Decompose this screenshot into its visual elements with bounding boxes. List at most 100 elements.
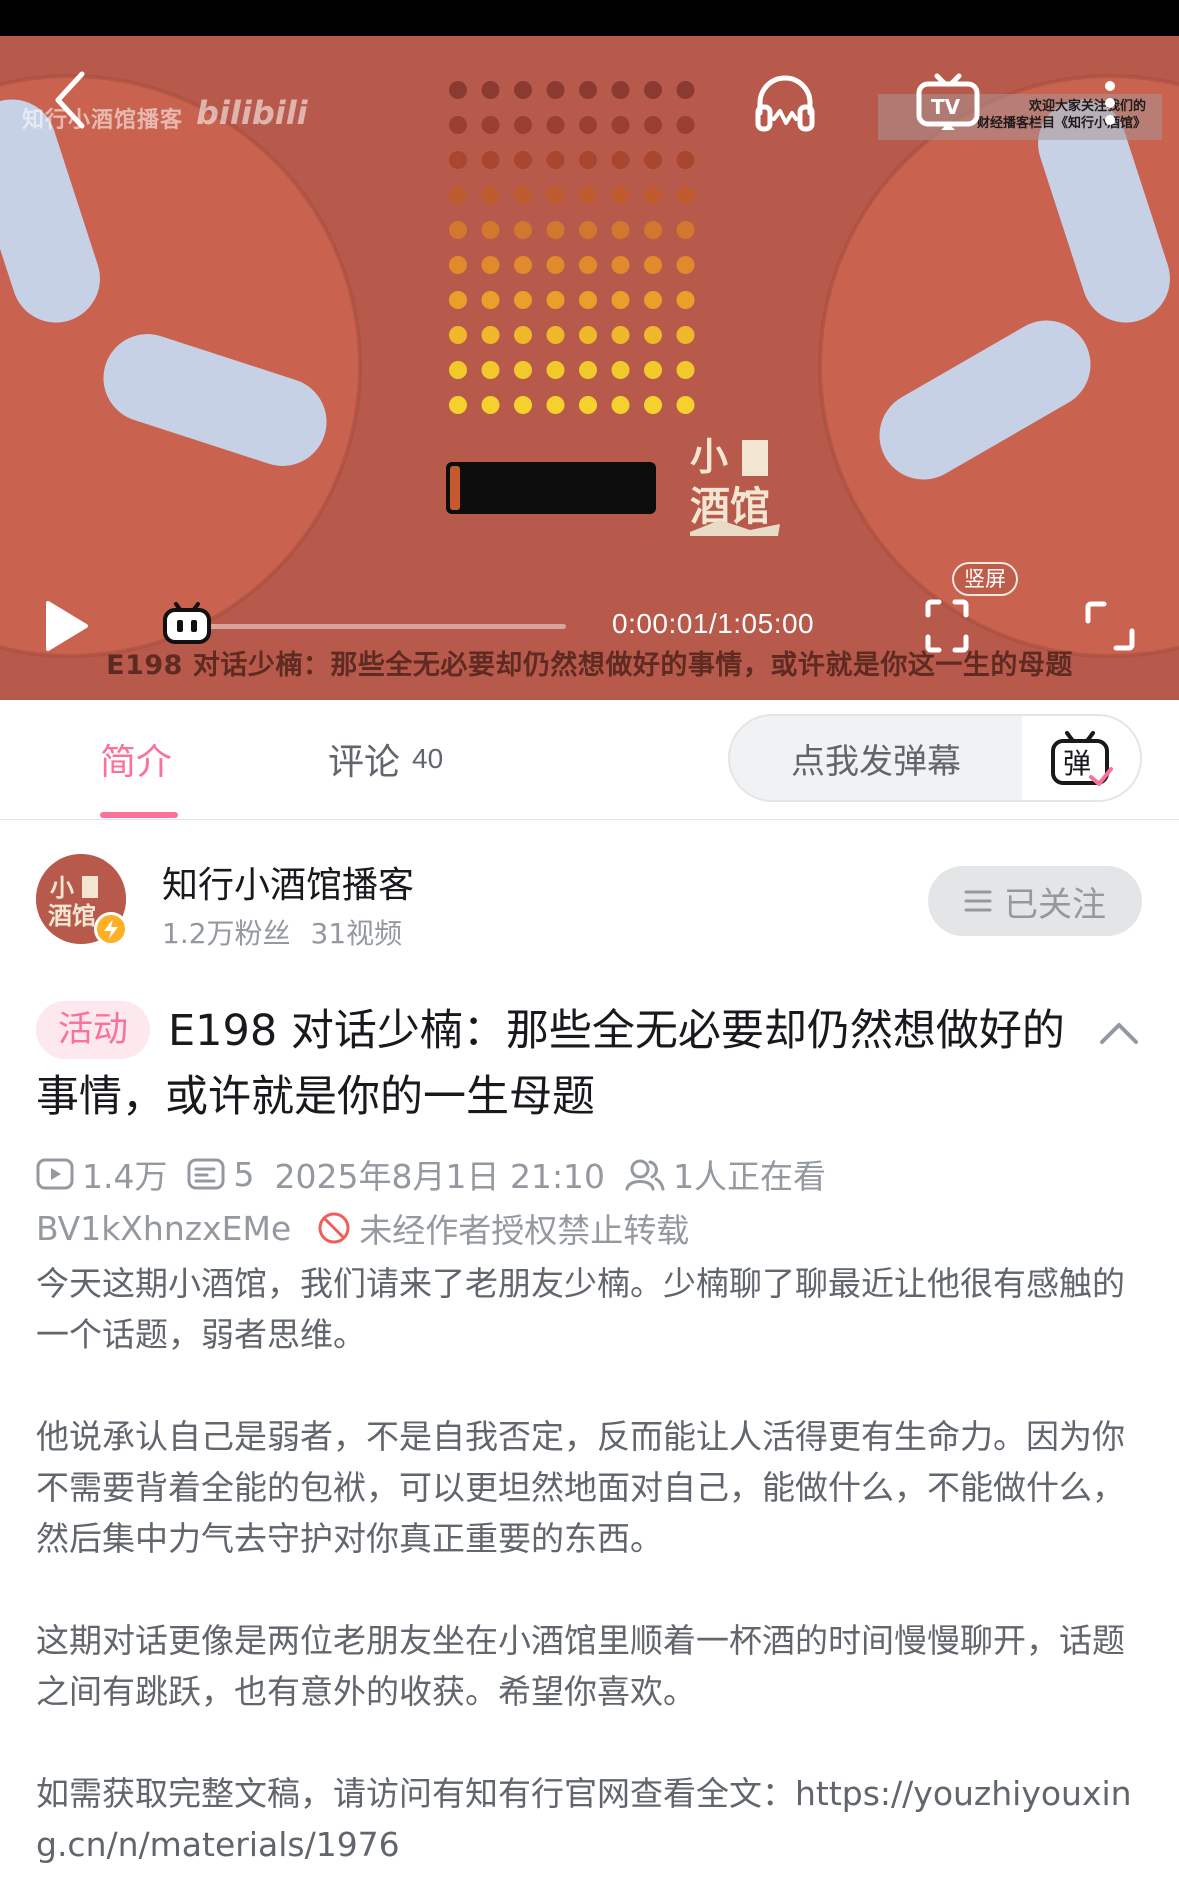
watching-now: 1人正在看 bbox=[673, 1157, 827, 1196]
dot-matrix-dot bbox=[546, 326, 565, 344]
dot-matrix-dot bbox=[514, 291, 532, 309]
dot-matrix-dot bbox=[676, 291, 695, 309]
vertical-screen-label: 竖屏 bbox=[952, 562, 1018, 596]
tv-mascot-icon bbox=[163, 602, 211, 644]
dot-matrix-dot bbox=[611, 291, 630, 309]
dot-matrix-dot bbox=[449, 326, 467, 344]
dot-matrix-dot bbox=[676, 81, 695, 99]
dot-matrix-dot bbox=[481, 116, 500, 134]
dot-matrix-dot bbox=[676, 326, 695, 344]
dot-matrix-dot bbox=[611, 396, 630, 414]
dot-matrix-dot bbox=[579, 186, 597, 204]
dot-matrix-dot bbox=[579, 116, 597, 134]
dot-matrix-dot bbox=[676, 116, 695, 134]
dot-matrix-dot bbox=[514, 256, 532, 274]
dot-matrix-dot bbox=[611, 361, 630, 379]
play-button[interactable] bbox=[36, 596, 96, 656]
fullscreen-button[interactable] bbox=[1080, 596, 1140, 656]
video-player[interactable]: 小 酒馆 知行小酒馆播客 bilibili 欢迎大家关注我们的 财经播客栏目《知… bbox=[0, 0, 1179, 700]
danmaku-toggle-char: 弹 bbox=[1063, 747, 1091, 780]
dot-matrix-dot bbox=[449, 396, 467, 414]
audio-mode-button[interactable] bbox=[752, 70, 818, 136]
dot-matrix-dot bbox=[481, 291, 500, 309]
tv-cast-button[interactable]: TV bbox=[912, 70, 984, 136]
description-paragraph-2: 他说承认自己是弱者，不是自我否定，反而能让人活得更有生命力。因为你不需要背着全能… bbox=[36, 1417, 1125, 1558]
menu-lines-icon bbox=[964, 890, 992, 912]
dot-matrix-dot bbox=[481, 326, 500, 344]
tab-intro-label: 简介 bbox=[100, 742, 173, 783]
time-display: 0:00:01/1:05:00 bbox=[612, 608, 815, 639]
video-subtitle: E198 对话少楠：那些全无必要却仍然想做好的事情，或许就是你这一生的母题 bbox=[106, 650, 1073, 681]
dot-matrix-dot bbox=[676, 361, 695, 379]
dot-matrix-dot bbox=[579, 256, 597, 274]
vertical-fullscreen-button[interactable] bbox=[918, 596, 976, 656]
dot-matrix-dot bbox=[644, 396, 662, 414]
dot-matrix-dot bbox=[644, 186, 662, 204]
dot-matrix-dot bbox=[546, 256, 565, 274]
dot-matrix-dot bbox=[449, 361, 467, 379]
svg-text:酒馆: 酒馆 bbox=[690, 484, 770, 530]
dot-matrix-dot bbox=[514, 151, 532, 169]
danmaku-toggle-button[interactable]: 弹 bbox=[1022, 716, 1140, 800]
danmaku-count: 5 bbox=[233, 1154, 255, 1194]
dot-matrix-dot bbox=[546, 221, 565, 239]
dot-matrix-dot bbox=[579, 291, 597, 309]
dot-matrix-dot bbox=[644, 221, 662, 239]
dot-matrix-dot bbox=[481, 151, 500, 169]
danmaku-toggle-icon: 弹 bbox=[1051, 731, 1113, 786]
headphones-icon bbox=[755, 75, 815, 132]
progress-bar[interactable] bbox=[180, 624, 566, 629]
dot-matrix-dot bbox=[676, 396, 695, 414]
tv-cast-icon: TV bbox=[916, 73, 980, 130]
dot-matrix-dot bbox=[611, 186, 630, 204]
dot-matrix-dot bbox=[514, 361, 532, 379]
svg-text:小: 小 bbox=[50, 874, 74, 902]
dot-matrix-dot bbox=[514, 81, 532, 99]
dot-matrix-dot bbox=[546, 81, 565, 99]
dot-matrix-dot bbox=[449, 256, 467, 274]
copyright-notice: 未经作者授权禁止转载 bbox=[359, 1211, 690, 1250]
view-count: 1.4万 bbox=[82, 1157, 168, 1196]
event-tag[interactable]: 活动 bbox=[36, 1001, 151, 1059]
dot-matrix-dot bbox=[611, 151, 630, 169]
dot-matrix-dot bbox=[644, 116, 662, 134]
uploader-name[interactable]: 知行小酒馆播客 bbox=[162, 856, 414, 908]
dot-matrix-dot bbox=[449, 186, 467, 204]
progress-thumb[interactable] bbox=[162, 600, 212, 646]
dot-matrix-dot bbox=[676, 186, 695, 204]
dot-matrix-dot bbox=[579, 361, 597, 379]
comments-count: 40 bbox=[412, 743, 444, 774]
tab-intro[interactable]: 简介 bbox=[100, 700, 172, 818]
bvid[interactable]: BV1kXhnzxEMe bbox=[36, 1209, 291, 1248]
tab-comments-label: 评论 bbox=[328, 742, 401, 783]
dot-matrix-dot bbox=[611, 256, 630, 274]
bvid-row: BV1kXhnzxEMe 未经作者授权禁止转载 bbox=[36, 1206, 690, 1251]
verified-badge bbox=[94, 912, 128, 946]
dot-matrix-dot bbox=[611, 221, 630, 239]
follow-button[interactable]: 已关注 bbox=[928, 866, 1142, 936]
publish-time: 2025年8月1日 21:10 bbox=[274, 1157, 606, 1196]
svg-text:酒馆: 酒馆 bbox=[48, 902, 96, 930]
dot-matrix-dot bbox=[546, 186, 565, 204]
dot-matrix-dot bbox=[546, 116, 565, 134]
dot-matrix-dot bbox=[676, 151, 695, 169]
more-button[interactable] bbox=[1090, 70, 1130, 136]
dot-matrix-dot bbox=[546, 396, 565, 414]
danmaku-count-icon bbox=[187, 1157, 225, 1191]
lightning-icon bbox=[104, 919, 118, 939]
back-button[interactable] bbox=[40, 60, 100, 140]
dot-matrix-dot bbox=[546, 151, 565, 169]
description-paragraph-4[interactable]: 如需获取完整文稿，请访问有知有行官网查看全文：https://youzhiyou… bbox=[36, 1768, 1146, 1870]
dot-matrix-dot bbox=[481, 81, 500, 99]
bilibili-logo: bilibili bbox=[196, 94, 308, 132]
collapse-button[interactable] bbox=[1094, 1012, 1144, 1052]
dot-matrix-dot bbox=[449, 151, 467, 169]
dot-matrix-dot bbox=[611, 81, 630, 99]
tab-comments[interactable]: 评论 40 bbox=[328, 700, 443, 818]
dot-matrix-dot bbox=[579, 396, 597, 414]
back-icon bbox=[55, 71, 85, 129]
chevron-up-icon bbox=[1100, 1023, 1138, 1044]
dot-matrix-dot bbox=[449, 116, 467, 134]
danmaku-input[interactable]: 点我发弹幕 bbox=[730, 716, 1022, 800]
dot-matrix-dot bbox=[644, 256, 662, 274]
